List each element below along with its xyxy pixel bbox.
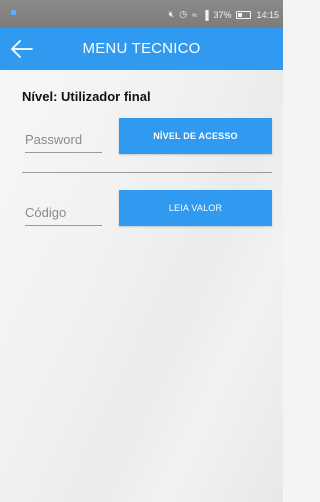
- page-title: MENU TECNICO: [82, 40, 201, 57]
- notification-icon: [11, 10, 16, 15]
- alarm-icon: ◷: [179, 9, 188, 19]
- clock: 14:15: [256, 9, 279, 20]
- code-input[interactable]: [25, 205, 102, 220]
- status-icons: 🔇︎ ◷ ≈ ▐ 37% 14:15: [169, 9, 279, 20]
- wifi-icon: ≈: [192, 9, 198, 20]
- battery-percent: 37%: [213, 9, 232, 20]
- signal-icon: ▐: [202, 9, 209, 20]
- mute-icon: 🔇︎: [168, 9, 175, 19]
- battery-icon: [236, 10, 252, 19]
- app-bar: MENU TECNICO: [0, 28, 283, 70]
- status-bar: 🔇︎ ◷ ≈ ▐ 37% 14:15: [0, 0, 283, 28]
- password-input[interactable]: [25, 132, 102, 147]
- divider: [22, 172, 272, 173]
- main-content: Nível: Utilizador final NÍVEL DE ACESSO …: [0, 70, 283, 502]
- access-level-button[interactable]: NÍVEL DE ACESSO: [119, 118, 272, 154]
- code-field-wrapper: [25, 204, 102, 226]
- access-level-label: Nível: Utilizador final: [22, 89, 151, 104]
- password-field-wrapper: [25, 131, 102, 153]
- read-value-button[interactable]: LEIA VALOR: [119, 190, 272, 226]
